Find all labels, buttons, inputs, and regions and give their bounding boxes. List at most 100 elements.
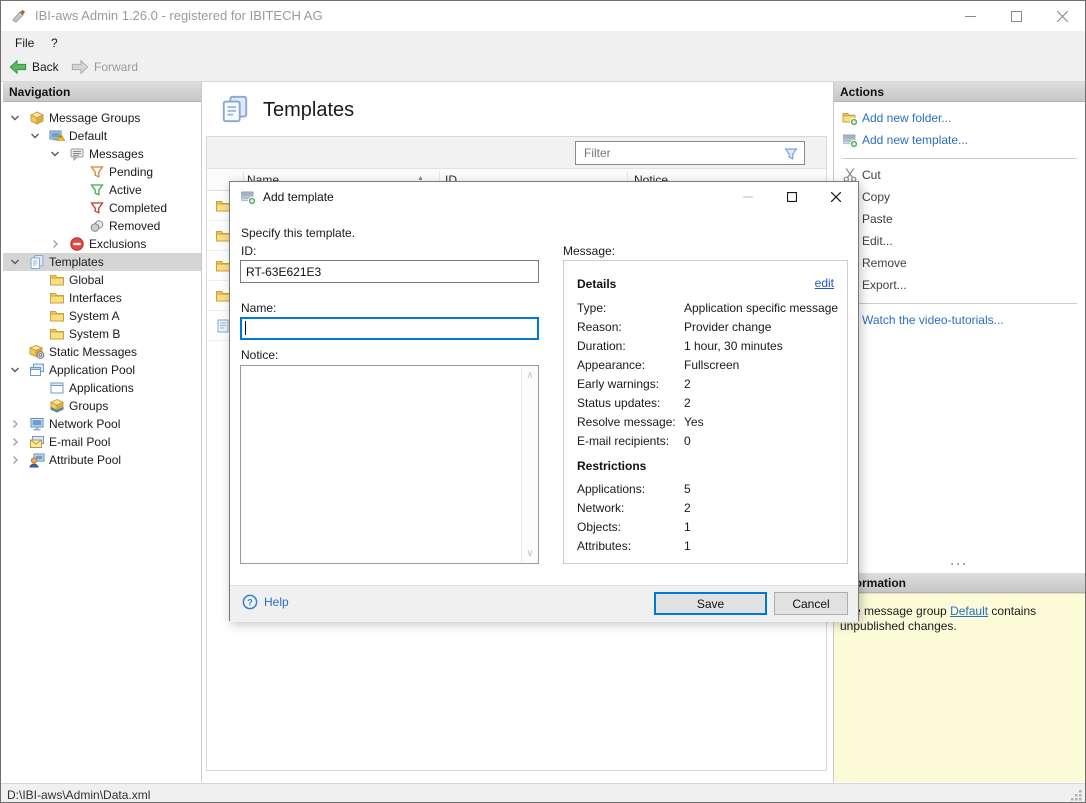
tree-item-label: Default [69,127,107,145]
tree-item-default[interactable]: Default [3,127,201,145]
action-remove[interactable]: Remove [834,253,1085,275]
navigation-header: Navigation [3,82,201,102]
action-copy[interactable]: Copy [834,187,1085,209]
filter-input[interactable] [582,144,772,162]
notice-scrollbar[interactable]: ∧ ∨ [521,366,538,563]
tree-item-interfaces[interactable]: Interfaces [3,289,201,307]
kv-label-type: Type: [577,301,606,315]
forward-arrow-icon [71,58,89,76]
minimize-button[interactable] [947,1,993,31]
action-add-new-folder[interactable]: Add new folder... [834,108,1085,130]
tree-item-applications[interactable]: Applications [3,379,201,397]
chevron-down-icon[interactable] [49,148,61,160]
kv-label-resolve-message: Resolve message: [577,415,676,429]
tree-item-system-b[interactable]: System B [3,325,201,343]
notice-field[interactable]: ∧ ∨ [240,365,539,564]
app-window: IBI-aws Admin 1.26.0 - registered for IB… [0,0,1086,803]
tree-item-messages[interactable]: Messages [3,145,201,163]
cancel-button[interactable]: Cancel [774,592,848,615]
filter-box [575,141,805,165]
help-link[interactable]: ? Help [242,594,289,610]
edit-message-link[interactable]: edit [815,276,834,290]
information-header: Information [834,573,1085,593]
back-arrow-icon [9,58,27,76]
exclusions-icon [69,236,85,252]
close-button[interactable] [1039,1,1085,31]
tree-item-global[interactable]: Global [3,271,201,289]
action-add-new-template[interactable]: Add new template... [834,130,1085,152]
app-logo-icon [11,8,27,24]
panel-splitter-handle[interactable]: ··· [834,561,1085,571]
chevron-right-icon[interactable] [9,436,21,448]
id-field[interactable] [240,260,539,283]
tree-item-attribute-pool[interactable]: Attribute Pool [3,451,201,469]
name-field[interactable] [240,317,539,340]
action-label: Export... [862,278,907,292]
kv-value-attributes: 1 [684,539,691,553]
chevron-down-icon[interactable] [9,364,21,376]
tree-item-static-messages[interactable]: Static Messages [3,343,201,361]
scroll-up-icon[interactable]: ∧ [522,370,538,381]
svg-text:?: ? [247,598,253,608]
add-folder-icon [842,110,858,126]
kv-label-reason: Reason: [577,320,622,334]
tree-item-system-a[interactable]: System A [3,307,201,325]
kv-value-e-mail-recipients: 0 [684,434,691,448]
tree-item-label: Interfaces [69,289,122,307]
resize-grip[interactable] [1069,788,1083,802]
kv-label-duration: Duration: [577,339,626,353]
dialog-maximize-button[interactable] [770,182,814,211]
filter-funnel-icon[interactable] [783,146,799,162]
menu-file[interactable]: File [9,34,40,52]
tree-item-label: Removed [109,217,160,235]
action-label: Edit... [862,234,893,248]
tree-item-label: Active [109,181,142,199]
tree-item-label: Static Messages [49,343,137,361]
action-cut[interactable]: Cut [834,165,1085,187]
tree-item-groups[interactable]: Groups [3,397,201,415]
tree-item-message-groups[interactable]: Message Groups [3,109,201,127]
chevron-right-icon[interactable] [9,418,21,430]
menu-help[interactable]: ? [45,34,64,52]
tree-item-label: Messages [89,145,144,163]
chevron-down-icon[interactable] [9,256,21,268]
back-button[interactable]: Back [9,57,59,77]
tree-item-completed[interactable]: Completed [3,199,201,217]
chevron-down-icon[interactable] [29,130,41,142]
add-template-icon [842,132,858,148]
action-edit[interactable]: Edit... [834,231,1085,253]
dialog-footer: ? Help Save Cancel [230,585,858,622]
action-export[interactable]: Export... [834,275,1085,297]
tree-item-e-mail-pool[interactable]: E-mail Pool [3,433,201,451]
dialog-subtitle: Specify this template. [241,226,355,240]
scroll-down-icon[interactable]: ∨ [522,548,538,559]
email-pool-icon [29,434,45,450]
action-watch-the-video-tutorials[interactable]: Watch the video-tutorials... [834,310,1085,332]
tree-item-exclusions[interactable]: Exclusions [3,235,201,253]
tree-item-removed[interactable]: Removed [3,217,201,235]
tree-item-label: Applications [69,379,134,397]
chevron-right-icon[interactable] [49,238,61,250]
save-button[interactable]: Save [654,592,767,615]
default-group-link[interactable]: Default [950,604,988,618]
templates-page-icon [220,94,250,124]
chevron-right-icon[interactable] [9,454,21,466]
action-paste[interactable]: Paste [834,209,1085,231]
message-summary-box: Details edit Type:Application specific m… [563,260,848,564]
tree-item-network-pool[interactable]: Network Pool [3,415,201,433]
kv-label-e-mail-recipients: E-mail recipients: [577,434,669,448]
tree-item-active[interactable]: Active [3,181,201,199]
tree-item-label: Network Pool [49,415,120,433]
maximize-button[interactable] [993,1,1039,31]
kv-label-network: Network: [577,501,624,515]
tree-item-pending[interactable]: Pending [3,163,201,181]
tree-item-templates[interactable]: Templates [3,253,201,271]
kv-value-status-updates: 2 [684,396,691,410]
chevron-down-icon[interactable] [9,112,21,124]
window-title: IBI-aws Admin 1.26.0 - registered for IB… [35,8,323,23]
dialog-close-button[interactable] [814,182,858,211]
folder-icon [49,326,65,342]
tree-item-application-pool[interactable]: Application Pool [3,361,201,379]
funnel-completed-icon [89,200,105,216]
tree-item-label: Attribute Pool [49,451,121,469]
